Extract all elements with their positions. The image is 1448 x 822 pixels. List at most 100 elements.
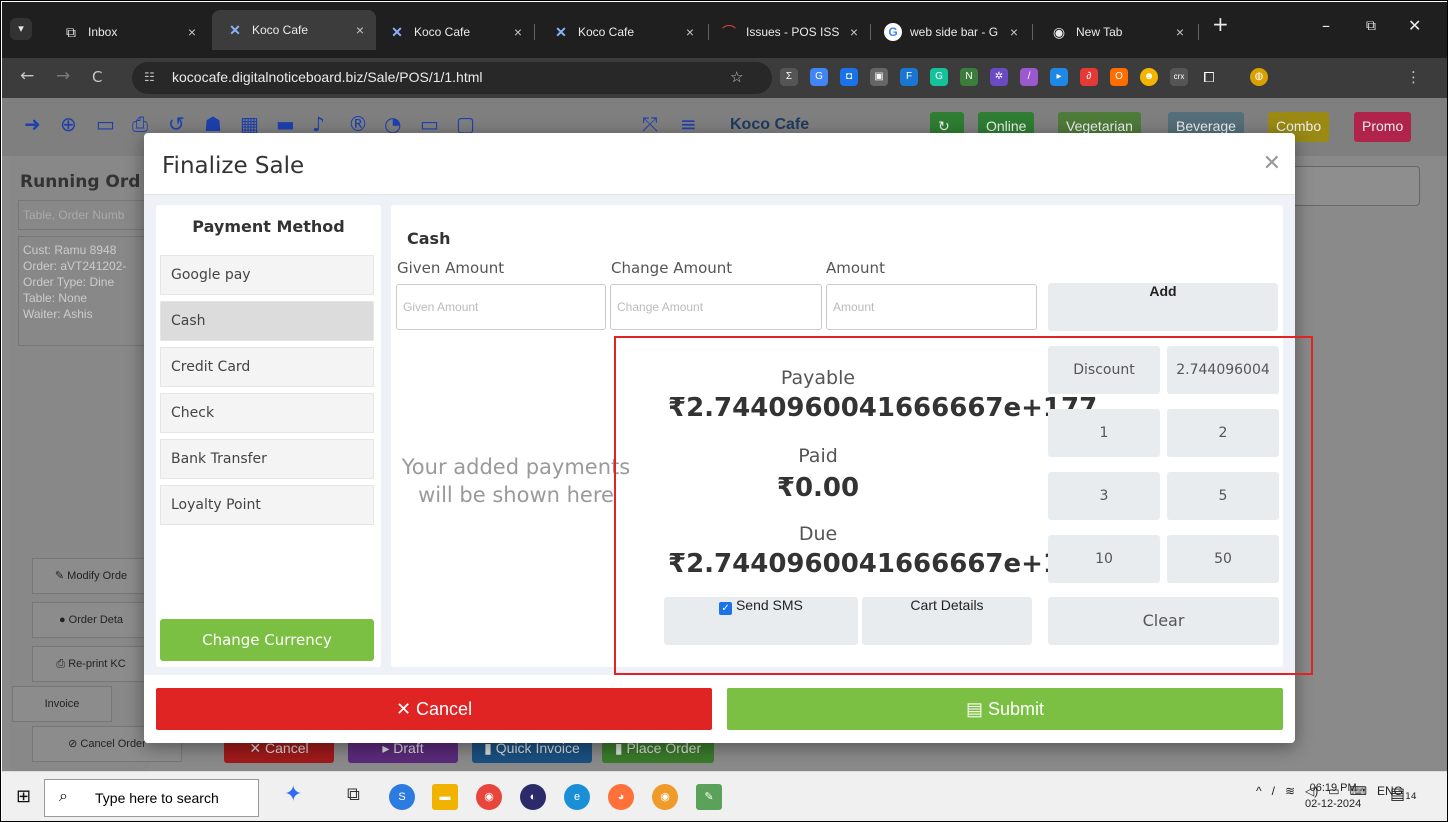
edge-icon[interactable]: e: [564, 784, 590, 810]
close-tab-icon[interactable]: ×: [188, 24, 196, 40]
payment-method-bank-transfer[interactable]: Bank Transfer: [160, 439, 374, 479]
modal-title: Finalize Sale: [162, 153, 305, 179]
notification-icon[interactable]: ▤14: [1390, 784, 1417, 803]
new-tab-icon[interactable]: +: [1212, 12, 1229, 36]
sparkle-icon[interactable]: ✦: [284, 782, 302, 807]
o-extension-icon[interactable]: O: [1110, 68, 1128, 86]
pen-extension-icon[interactable]: /: [1020, 68, 1038, 86]
cash-panel: Cash Given Amount Change Amount Amount A…: [391, 205, 1283, 667]
browser-tab[interactable]: ⌒ Issues - POS ISS ×: [706, 14, 870, 50]
task-view-icon[interactable]: ⧉: [347, 784, 360, 805]
close-tab-icon[interactable]: ×: [1176, 24, 1184, 40]
tray-chevron-icon[interactable]: ^: [1256, 784, 1262, 798]
taskbar-search[interactable]: ⌕ Type here to search: [44, 779, 259, 817]
globe-icon[interactable]: ⊕: [60, 112, 77, 136]
cursor-extension-icon[interactable]: ▸: [1050, 68, 1068, 86]
grammarly-extension-icon[interactable]: G: [930, 68, 948, 86]
keypad-3-button[interactable]: 3: [1048, 472, 1160, 520]
payment-method-cash[interactable]: Cash: [160, 301, 374, 341]
browser-tab[interactable]: Gweb side bar - G ×: [870, 14, 1030, 50]
cancel-button[interactable]: ✕ Cancel: [156, 688, 712, 730]
folder-icon[interactable]: ▭: [96, 112, 115, 136]
window-extension-icon[interactable]: ▣: [870, 68, 888, 86]
reload-icon[interactable]: C: [92, 68, 102, 86]
firefox-icon[interactable]: ◕: [608, 784, 634, 810]
keypad-10-button[interactable]: 10: [1048, 535, 1160, 583]
order-card[interactable]: Cust: Ramu 8948 Order: aVT241202- Order …: [18, 236, 148, 346]
n-extension-icon[interactable]: N: [960, 68, 978, 86]
browser-tab[interactable]: ✕ Koco Cafe ×: [374, 14, 534, 50]
eclipse-icon[interactable]: ◐: [520, 784, 546, 810]
order-search-input[interactable]: Table, Order Numb: [18, 200, 148, 230]
close-tab-icon[interactable]: ×: [850, 24, 858, 40]
back-icon[interactable]: ←: [20, 66, 34, 86]
browser-tab[interactable]: ⧉ Inbox ×: [48, 14, 208, 50]
payment-method-google-pay[interactable]: Google pay: [160, 255, 374, 295]
bookmark-star-icon[interactable]: ☆: [730, 68, 743, 86]
category-promo[interactable]: Promo: [1354, 112, 1412, 142]
add-payment-button[interactable]: Add: [1048, 283, 1278, 331]
reprint-kot-button[interactable]: ⎙ Re-print KC: [32, 646, 150, 682]
chrome-canary-icon[interactable]: ◉: [652, 784, 678, 810]
clear-button[interactable]: Clear: [1048, 597, 1279, 645]
translate-extension-icon[interactable]: G: [810, 68, 828, 86]
close-icon[interactable]: ✕: [1263, 151, 1281, 176]
notepad-icon[interactable]: ✎: [696, 784, 722, 810]
chrome-menu-icon[interactable]: ⋮: [1406, 68, 1421, 86]
cart-details-button[interactable]: Cart Details: [862, 597, 1032, 645]
taskbar-clock[interactable]: 06:19 PM 02-12-2024: [1305, 780, 1361, 812]
pen-tray-icon[interactable]: /: [1272, 784, 1275, 798]
star-extension-icon[interactable]: ✲: [990, 68, 1008, 86]
close-tab-icon[interactable]: ×: [356, 22, 364, 38]
crx-extension-icon[interactable]: crx: [1170, 68, 1188, 86]
keypad-2-button[interactable]: 2: [1167, 409, 1279, 457]
payment-method-check[interactable]: Check: [160, 393, 374, 433]
given-amount-input[interactable]: [396, 284, 606, 330]
payment-method-loyalty-point[interactable]: Loyalty Point: [160, 485, 374, 525]
send-sms-toggle[interactable]: ✓ Send SMS: [664, 597, 858, 645]
forward-icon[interactable]: →: [56, 66, 70, 86]
logout-icon[interactable]: ➜: [24, 112, 41, 136]
app-icon-s[interactable]: S: [389, 784, 415, 810]
document-icon: ▤: [965, 699, 983, 719]
screen-extension-icon[interactable]: ◘: [840, 68, 858, 86]
payment-method-credit-card[interactable]: Credit Card: [160, 347, 374, 387]
address-bar[interactable]: ☷ kococafe.digitalnoticeboard.biz/Sale/P…: [132, 62, 772, 94]
wifi-icon[interactable]: ≋: [1285, 784, 1295, 798]
restore-icon[interactable]: ⧉: [1366, 18, 1376, 34]
profile-avatar[interactable]: ◍: [1250, 68, 1268, 86]
keypad-5-button[interactable]: 5: [1167, 472, 1279, 520]
windows-taskbar: ⊞ ⌕ Type here to search ✦ ⧉ S ▬ ◉ ◐ e ◕ …: [2, 771, 1447, 821]
customer-search-input[interactable]: [1292, 166, 1420, 206]
windows-start-icon[interactable]: ⊞: [16, 786, 31, 807]
file-explorer-icon[interactable]: ▬: [432, 784, 458, 810]
close-tab-icon[interactable]: ×: [514, 24, 522, 40]
invoice-button[interactable]: Invoice: [12, 686, 112, 722]
sigma-extension-icon[interactable]: Σ: [780, 68, 798, 86]
site-info-icon[interactable]: ☷: [144, 70, 155, 84]
extensions-puzzle-icon[interactable]: ⧠: [1200, 68, 1218, 86]
change-currency-button[interactable]: Change Currency: [160, 619, 374, 661]
submit-button[interactable]: ▤ Submit: [727, 688, 1283, 730]
close-window-icon[interactable]: ✕: [1408, 16, 1421, 35]
browser-tab-active[interactable]: ✕ Koco Cafe ×: [212, 10, 376, 50]
keypad-50-button[interactable]: 50: [1167, 535, 1279, 583]
tab-search-button[interactable]: ▾: [10, 18, 32, 40]
change-amount-input[interactable]: [610, 284, 822, 330]
close-tab-icon[interactable]: ×: [686, 24, 694, 40]
fi-extension-icon[interactable]: F: [900, 68, 918, 86]
modify-order-button[interactable]: ✎ Modify Orde: [32, 558, 150, 594]
chrome-taskbar-icon[interactable]: ◉: [476, 784, 502, 810]
order-details-button[interactable]: ● Order Deta: [32, 602, 150, 638]
discount-button[interactable]: Discount: [1048, 346, 1160, 394]
browser-tab[interactable]: ✕ Koco Cafe ×: [538, 14, 706, 50]
link-extension-icon[interactable]: ∂: [1080, 68, 1098, 86]
keypad-1-button[interactable]: 1: [1048, 409, 1160, 457]
amount-input[interactable]: [826, 284, 1037, 330]
send-sms-checkbox[interactable]: ✓: [719, 602, 733, 615]
browser-tab[interactable]: ◉ New Tab ×: [1036, 14, 1196, 50]
close-tab-icon[interactable]: ×: [1010, 24, 1018, 40]
discount-value[interactable]: 2.744096004: [1167, 346, 1279, 394]
minimize-icon[interactable]: –: [1322, 16, 1330, 35]
face-extension-icon[interactable]: ☻: [1140, 68, 1158, 86]
